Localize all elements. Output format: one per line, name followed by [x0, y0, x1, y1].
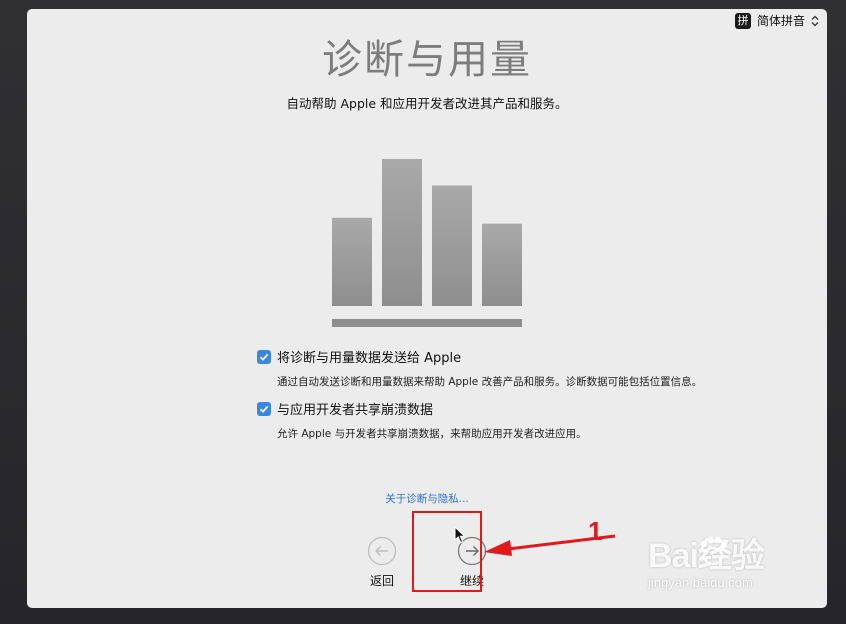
- send-diagnostics-label: 将诊断与用量数据发送给 Apple: [277, 351, 462, 366]
- page-title: 诊断与用量: [322, 37, 532, 83]
- desktop-background: 拼 简体拼音 诊断与用量 自动帮助 Apple 和应用开发者改进其产品和服务。 …: [0, 0, 846, 624]
- watermark-url: jingyan.baidu.com: [648, 575, 753, 590]
- send-diagnostics-description: 通过自动发送诊断和用量数据来帮助 Apple 改善产品和服务。诊断数据可能包括位…: [277, 376, 703, 388]
- back-button[interactable]: 返回: [352, 536, 412, 589]
- usage-bar-chart-illustration: [332, 159, 522, 327]
- illustration-baseline: [332, 319, 522, 327]
- annotation-number: 1: [588, 516, 603, 546]
- share-crash-data-label: 与应用开发者共享崩溃数据: [277, 403, 434, 418]
- share-crash-data-checkbox[interactable]: [257, 401, 271, 416]
- share-crash-data-description: 允许 Apple 与开发者共享崩溃数据，来帮助应用开发者改进应用。: [277, 428, 587, 440]
- checkmark-icon: [259, 353, 269, 361]
- arrow-left-circle-icon: [367, 536, 397, 566]
- share-crash-data-option[interactable]: 与应用开发者共享崩溃数据: [257, 399, 433, 418]
- chevron-updown-icon: [811, 15, 819, 26]
- about-diagnostics-privacy-link[interactable]: 关于诊断与隐私...: [27, 491, 827, 506]
- back-button-label: 返回: [369, 574, 394, 588]
- illustration-bar: [332, 217, 372, 306]
- illustration-bar: [482, 223, 522, 306]
- baidu-jingyan-watermark: Bai经验 jingyan.baidu.com: [648, 528, 808, 608]
- checkmark-icon: [259, 405, 269, 413]
- page-subtitle: 自动帮助 Apple 和应用开发者改进其产品和服务。: [286, 96, 568, 111]
- illustration-bar: [432, 185, 472, 306]
- illustration-bar: [382, 159, 422, 306]
- send-diagnostics-option[interactable]: 将诊断与用量数据发送给 Apple: [257, 347, 461, 366]
- baidu-paw-icon: [700, 536, 728, 565]
- send-diagnostics-checkbox[interactable]: [257, 349, 271, 364]
- annotation-highlight-box: [412, 511, 482, 592]
